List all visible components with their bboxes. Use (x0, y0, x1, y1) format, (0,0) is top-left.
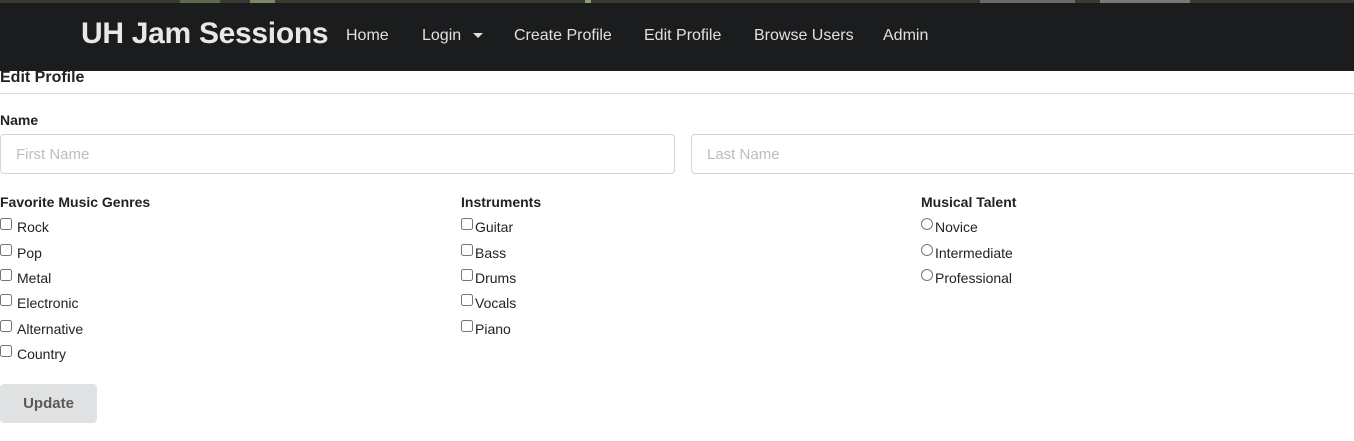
option-label: Guitar (475, 219, 514, 235)
option-label: Professional (935, 270, 1013, 286)
nav-login-label: Login (422, 27, 462, 44)
talent-label: Musical Talent (921, 194, 1017, 210)
intermediate-radio[interactable] (921, 244, 933, 256)
option-label: Drums (475, 270, 517, 286)
update-button[interactable]: Update (0, 384, 97, 423)
option-label: Piano (475, 321, 511, 337)
option-label: Country (17, 346, 67, 362)
nav-home-link[interactable]: Home (346, 27, 389, 45)
option-label: Pop (17, 245, 42, 261)
nav-edit-profile-link[interactable]: Edit Profile (644, 27, 721, 45)
brand-logo-text[interactable]: UH Jam Sessions (81, 17, 329, 51)
option-label: Intermediate (935, 245, 1013, 261)
title-divider (0, 93, 1354, 94)
option-label: Alternative (17, 321, 84, 337)
rock-checkbox[interactable] (0, 218, 12, 230)
nav-create-profile-link[interactable]: Create Profile (514, 27, 612, 45)
last-name-input[interactable] (691, 134, 1354, 174)
pop-checkbox[interactable] (0, 244, 12, 256)
name-label: Name (0, 112, 39, 128)
option-label: Novice (935, 219, 978, 235)
country-checkbox[interactable] (0, 345, 12, 357)
novice-radio[interactable] (921, 218, 933, 230)
metal-checkbox[interactable] (0, 269, 12, 281)
page-title: Edit Profile (0, 69, 85, 86)
guitar-checkbox[interactable] (461, 218, 473, 230)
piano-checkbox[interactable] (461, 320, 473, 332)
nav-browse-users-link[interactable]: Browse Users (754, 27, 854, 45)
vocals-checkbox[interactable] (461, 294, 473, 306)
nav-login-dropdown[interactable]: Login (422, 27, 484, 45)
professional-radio[interactable] (921, 269, 933, 281)
option-label: Bass (475, 245, 507, 261)
top-navbar: UH Jam Sessions Home Login Create Profil… (0, 3, 1354, 71)
drums-checkbox[interactable] (461, 269, 473, 281)
option-label: Metal (17, 270, 52, 286)
chevron-down-icon (473, 33, 484, 39)
option-label: Vocals (475, 295, 517, 311)
nav-admin-link[interactable]: Admin (883, 27, 928, 45)
genres-label: Favorite Music Genres (0, 194, 151, 210)
alternative-checkbox[interactable] (0, 320, 12, 332)
instruments-label: Instruments (461, 194, 542, 210)
bass-checkbox[interactable] (461, 244, 473, 256)
electronic-checkbox[interactable] (0, 294, 12, 306)
first-name-input[interactable] (0, 134, 675, 174)
option-label: Electronic (17, 295, 79, 311)
option-label: Rock (17, 219, 49, 235)
